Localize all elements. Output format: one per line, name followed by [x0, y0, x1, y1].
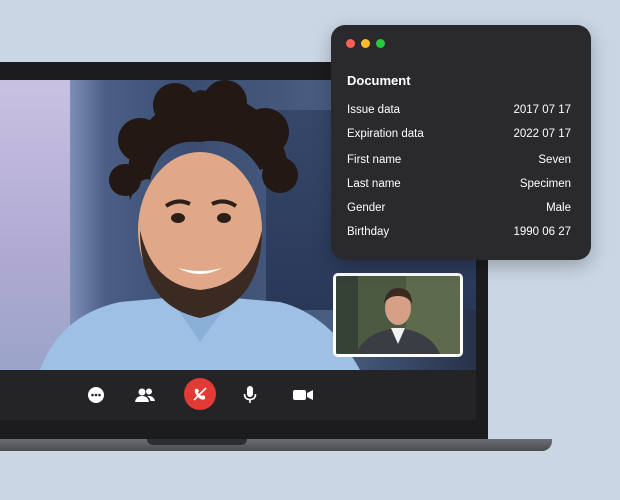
document-panel: Document Issue data 2017 07 17 Expiratio… — [331, 25, 591, 260]
laptop-notch — [147, 439, 247, 445]
laptop-base — [0, 439, 552, 451]
end-call-icon — [193, 387, 207, 401]
document-field-row: First name Seven — [347, 154, 571, 170]
end-call-button[interactable] — [184, 378, 216, 410]
more-button[interactable] — [81, 380, 111, 410]
field-label: Gender — [347, 202, 386, 214]
close-window-dot[interactable] — [346, 39, 355, 48]
camera-button[interactable] — [288, 380, 318, 410]
field-label: Birthday — [347, 226, 390, 238]
document-title: Document — [347, 73, 411, 88]
microphone-button[interactable] — [235, 380, 265, 410]
field-value: 2022 07 17 — [513, 128, 571, 140]
field-value: Seven — [538, 154, 571, 166]
participants-icon — [135, 388, 155, 402]
field-label: Last name — [347, 178, 401, 190]
field-label: Expiration data — [347, 128, 424, 140]
field-label: Issue data — [347, 104, 401, 116]
field-value: Male — [546, 202, 571, 214]
minimize-window-dot[interactable] — [361, 39, 370, 48]
microphone-icon — [243, 386, 257, 403]
participants-button[interactable] — [130, 380, 160, 410]
self-view-video[interactable] — [333, 273, 463, 357]
self-view-image — [336, 276, 460, 354]
maximize-window-dot[interactable] — [376, 39, 385, 48]
field-value: 2017 07 17 — [513, 104, 571, 116]
field-value: Specimen — [519, 178, 571, 190]
field-value: 1990 06 27 — [513, 226, 571, 238]
document-field-row: Gender Male — [347, 202, 571, 218]
document-field-row: Last name Specimen — [347, 178, 571, 194]
camera-icon — [293, 390, 313, 400]
document-field-row: Issue data 2017 07 17 — [347, 104, 571, 120]
document-field-row: Birthday 1990 06 27 — [347, 226, 571, 242]
document-field-row: Expiration data 2022 07 17 — [347, 128, 571, 144]
more-icon — [88, 387, 104, 403]
field-label: First name — [347, 154, 402, 166]
